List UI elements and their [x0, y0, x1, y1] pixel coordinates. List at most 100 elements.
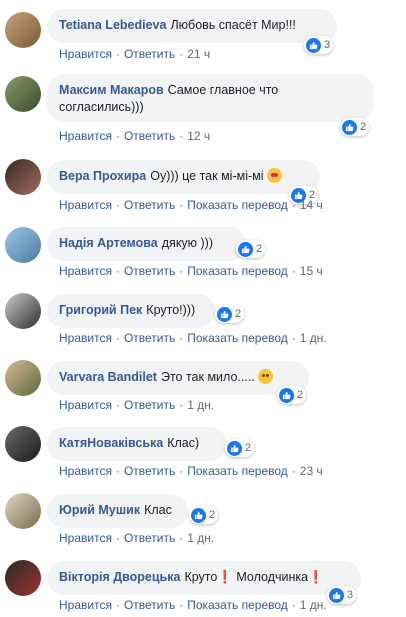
like-icon [306, 37, 321, 53]
separator: · [179, 398, 184, 412]
reply-link[interactable]: Ответить [124, 531, 175, 545]
reaction-number: 3 [324, 39, 331, 51]
like-icon [217, 306, 232, 322]
timestamp[interactable]: 23 ч [300, 464, 323, 478]
translate-link[interactable]: Показать перевод [187, 331, 288, 345]
comment-author[interactable]: Максим Макаров [59, 83, 164, 97]
timestamp[interactable]: 1 дн. [187, 531, 214, 545]
translate-link[interactable]: Показать перевод [187, 198, 288, 212]
avatar[interactable] [5, 159, 41, 195]
comment-actions: Нравится · Ответить · 21 ч [59, 47, 210, 61]
reaction-count[interactable]: 2 [236, 240, 266, 258]
timestamp[interactable]: 1 дн. [300, 598, 327, 612]
avatar[interactable] [5, 360, 41, 396]
reply-link[interactable]: Ответить [124, 464, 175, 478]
timestamp[interactable]: 21 ч [187, 47, 210, 61]
like-link[interactable]: Нравится [59, 129, 112, 143]
separator: · [115, 198, 120, 212]
avatar[interactable] [5, 227, 41, 263]
reply-link[interactable]: Ответить [124, 398, 175, 412]
comment-text: Круто❗ Молодчинка❗ [184, 570, 324, 584]
comment-actions: Нравится · Ответить · Показать перевод · 1 дн. [59, 598, 327, 612]
reaction-count[interactable]: 3 [304, 36, 334, 54]
reaction-count[interactable]: 2 [225, 439, 255, 457]
reaction-count[interactable]: 2 [277, 386, 307, 404]
separator: · [179, 598, 184, 612]
reaction-number: 2 [360, 121, 367, 133]
separator: · [115, 129, 120, 143]
avatar[interactable] [5, 426, 41, 462]
comment-author[interactable]: Григорий Пек [59, 303, 142, 317]
separator: · [179, 331, 184, 345]
reaction-number: 2 [297, 389, 304, 401]
reply-link[interactable]: Ответить [124, 598, 175, 612]
avatar[interactable] [5, 12, 41, 48]
separator: · [115, 398, 120, 412]
comment-bubble: Tetiana Lebedieva Любовь спасёт Мир!!! [47, 9, 337, 43]
comment-author[interactable]: Tetiana Lebedieva [59, 18, 166, 32]
comment-author[interactable]: Вікторія Дворецька [59, 570, 180, 584]
separator: · [115, 531, 120, 545]
like-link[interactable]: Нравится [59, 198, 112, 212]
like-link[interactable]: Нравится [59, 531, 112, 545]
avatar[interactable] [5, 293, 41, 329]
comment-author[interactable]: КатяНоваківська [59, 436, 163, 450]
comment-bubble: Varvara Bandilet Это так мило..... [47, 361, 309, 395]
like-icon [342, 119, 357, 135]
comment-text: Круто!))) [146, 303, 196, 317]
separator: · [291, 264, 296, 278]
comment-actions: Нравится · Ответить · 1 дн. [59, 398, 214, 412]
comment-bubble: Вера Прохира Оу))) це так мі-мі-мі [47, 160, 320, 194]
hugging-emoji [258, 369, 274, 384]
like-link[interactable]: Нравится [59, 47, 112, 61]
comment-bubble: КатяНоваківська Клас) [47, 427, 227, 461]
reply-link[interactable]: Ответить [124, 331, 175, 345]
comment-actions: Нравится · Ответить · 1 дн. [59, 531, 214, 545]
reaction-number: 2 [235, 308, 242, 320]
reply-link[interactable]: Ответить [124, 264, 175, 278]
separator: · [179, 47, 184, 61]
timestamp[interactable]: 12 ч [187, 129, 210, 143]
reaction-number: 3 [347, 589, 354, 601]
reaction-count[interactable]: 3 [327, 586, 357, 604]
reaction-count[interactable]: 2 [189, 506, 219, 524]
comment-actions: Нравится · Ответить · Показать перевод · 14 ч [59, 198, 323, 212]
like-link[interactable]: Нравится [59, 398, 112, 412]
timestamp[interactable]: 1 дн. [300, 331, 327, 345]
like-link[interactable]: Нравится [59, 331, 112, 345]
separator: · [291, 598, 296, 612]
avatar[interactable] [5, 493, 41, 529]
translate-link[interactable]: Показать перевод [187, 464, 288, 478]
like-link[interactable]: Нравится [59, 264, 112, 278]
translate-link[interactable]: Показать перевод [187, 598, 288, 612]
heart-eyes-emoji [267, 168, 282, 183]
avatar[interactable] [5, 560, 41, 596]
reply-link[interactable]: Ответить [124, 47, 175, 61]
translate-link[interactable]: Показать перевод [187, 264, 288, 278]
separator: · [179, 531, 184, 545]
like-icon [227, 440, 242, 456]
separator: · [179, 198, 184, 212]
timestamp[interactable]: 15 ч [300, 264, 323, 278]
reply-link[interactable]: Ответить [124, 198, 175, 212]
separator: · [291, 464, 296, 478]
comment-bubble: Вікторія Дворецька Круто❗ Молодчинка❗ [47, 561, 361, 595]
comment-bubble: Григорий Пек Круто!))) [47, 294, 215, 328]
comment-author[interactable]: Надія Артемова [59, 236, 158, 250]
timestamp[interactable]: 14 ч [300, 198, 323, 212]
timestamp[interactable]: 1 дн. [187, 398, 214, 412]
comment-author[interactable]: Вера Прохира [59, 169, 146, 183]
comment-actions: Нравится · Ответить · Показать перевод · 15 ч [59, 264, 323, 278]
reaction-count[interactable]: 2 [215, 305, 245, 323]
like-link[interactable]: Нравится [59, 464, 112, 478]
comment-author[interactable]: Юрий Мушик [59, 503, 140, 517]
reply-link[interactable]: Ответить [124, 129, 175, 143]
like-icon [329, 587, 344, 603]
separator: · [179, 264, 184, 278]
comment-author[interactable]: Varvara Bandilet [59, 370, 157, 384]
like-link[interactable]: Нравится [59, 598, 112, 612]
comment-text: дякую ))) [161, 236, 214, 250]
reaction-count[interactable]: 2 [340, 118, 370, 136]
avatar[interactable] [5, 76, 41, 112]
comment-text: Клас) [167, 436, 200, 450]
